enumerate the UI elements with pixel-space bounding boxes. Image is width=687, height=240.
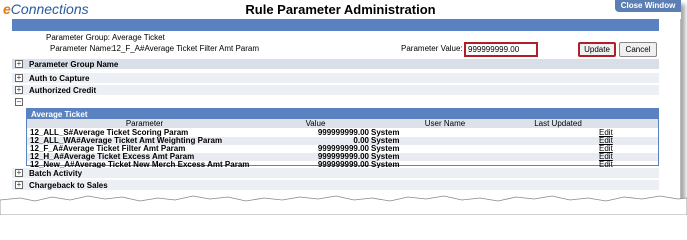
parameter-form: Parameter Group: Average Ticket Paramete…	[12, 31, 659, 59]
average-ticket-title-bar: Average Ticket	[27, 109, 658, 119]
group-batch-activity[interactable]: + Batch Activity	[12, 168, 659, 179]
torn-edge-decoration	[0, 195, 687, 215]
group-label: Auth to Capture	[29, 74, 90, 83]
parameter-value-label: Parameter Value:	[401, 44, 463, 53]
parameter-group-label: Parameter Group:	[46, 33, 111, 42]
group-authorized-credit[interactable]: + Authorized Credit	[12, 85, 659, 96]
group-label: Batch Activity	[29, 169, 83, 178]
close-window-button[interactable]: Close Window	[615, 0, 681, 12]
app-window: eConnections Rule Parameter Administrati…	[0, 0, 681, 207]
group-chargeback-to-sales[interactable]: + Chargeback to Sales	[12, 180, 659, 191]
column-header-parameter: Parameter	[125, 119, 164, 128]
parameter-group-value: Average Ticket	[112, 33, 165, 42]
column-header-value: Value	[305, 119, 326, 128]
expand-icon[interactable]: +	[15, 169, 23, 177]
cancel-button[interactable]: Cancel	[619, 42, 657, 57]
group-label: Authorized Credit	[29, 86, 97, 95]
average-ticket-panel: Average Ticket Parameter Value User Name…	[26, 108, 659, 169]
expand-icon[interactable]: +	[15, 74, 23, 82]
parameter-name-value: 12_F_A#Average Ticket Filter Amt Param	[112, 44, 260, 53]
collapse-icon[interactable]: −	[15, 98, 23, 106]
column-header-user-name: User Name	[424, 119, 466, 128]
parameter-value-input[interactable]	[464, 42, 538, 57]
parameter-name-label: Parameter Name:	[50, 44, 114, 53]
group-auth-to-capture[interactable]: + Auth to Capture	[12, 73, 659, 84]
parameter-group-header: + Parameter Group Name	[12, 59, 659, 70]
expand-icon[interactable]: +	[15, 181, 23, 189]
expand-icon[interactable]: +	[15, 86, 23, 94]
column-header-last-updated: Last Updated	[534, 119, 582, 128]
update-button[interactable]: Update	[578, 42, 616, 57]
header-bar: eConnections Rule Parameter Administrati…	[0, 0, 681, 19]
group-average-ticket[interactable]: −	[12, 97, 659, 108]
group-label: Chargeback to Sales	[29, 181, 108, 190]
table-header: Parameter Value User Name Last Updated	[27, 119, 658, 128]
average-ticket-title: Average Ticket	[31, 110, 88, 119]
parameter-group-header-label: Parameter Group Name	[29, 60, 119, 69]
page-title: Rule Parameter Administration	[245, 2, 436, 17]
expand-all-icon[interactable]: +	[15, 60, 23, 68]
section-divider-bar	[12, 19, 659, 31]
